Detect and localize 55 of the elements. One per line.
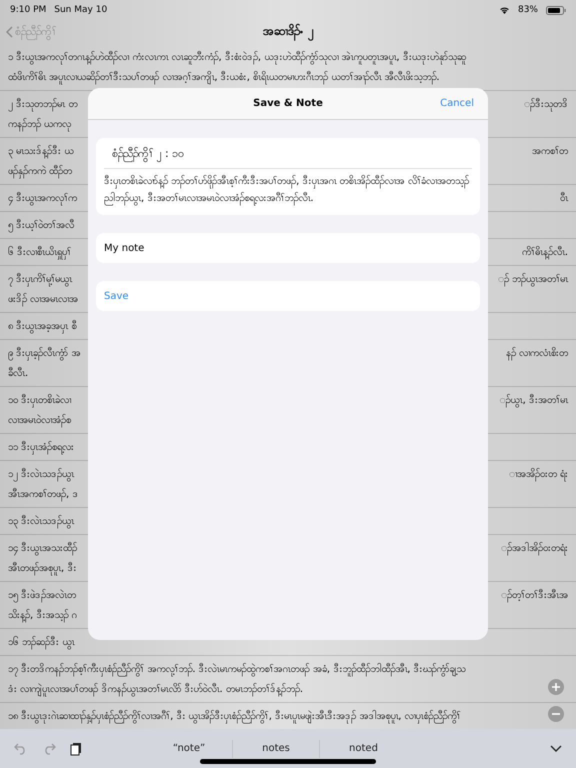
verse-text: ၂ ဒီးသုတဘၣ်မၤ တ (8, 97, 78, 112)
verse-text: အီၤအကစၢ်တဖၣ်, ဒ (8, 487, 78, 502)
verse-text: ဒီးပှၤတစိၤခဲလၢာ်န့ၣ် ဘၣ်တၢ်ဟ်ဖိုၣ်အီၤစ့ၢ်ကီးဒီးအပၢ်တဖၣ်, ဒီးပှၤအဂၤ တစိၤအိၣ်ထီၣ်လၢအ လိၢ်ခံလၢအတသ့ၣ်ညါဘၣ်ယွၤ, ဒီးအတၢ်မၤလၢအမၤဝဲလၢအံၣ်စရ့လးအဂီၢ်ဘၣ်လီၤ. (103, 174, 470, 208)
verse-text: ဖၣ်နှၣ်ကကဲ ထီၣ်တ (8, 164, 72, 178)
verse-text: ၣ်အဒါအိၣ်ဝးတရံး (501, 541, 568, 556)
status-time: 9:10 PM (10, 5, 46, 15)
verse-text: ၁၀ ဒီးပှၤတစိၤခဲလၢ (8, 393, 72, 408)
verse-text: ၉ ဒီးပှၤခ့ၣ်လီၤကွံာ် အ (8, 346, 80, 360)
verse-text: ၣ် ဘၣ်ယွၤအတၢ်မၤ (498, 272, 568, 286)
suggestion[interactable]: “note” (146, 740, 233, 758)
verse-text: ၁၅ ဒီးဖဲဒၣ်အလဲၤတ (8, 588, 76, 602)
verse-text: ထံဖိၤကိၢ်ဓိၤ အပူၤလၢယဆိၣ်တၢ်ဒီးသပၢ်တဖၣ် လၢအဂ့ၢ်အကျိၤ, ဒီးယစံး, စိၤရိၤယတမၢဟးဂီၤဘၣ် ယတၢ်အၢၣ်လီၤ အီလီၤဖိးသ့ဘၣ်. (8, 70, 440, 84)
verse-text: လၢအမၤဝဲလၢအံၣ်စ (8, 413, 71, 428)
note-field[interactable]: My note (96, 233, 480, 263)
verse-text: ဖးဒိၣ် လၢအမၤလၢအ (8, 292, 78, 306)
verse-text: ၅ ဒီးယ့ၢ်ဝဲတၢ်အလီ (8, 218, 74, 232)
battery-icon (546, 6, 566, 14)
verse-text: ၣ်တ့ၢ်တၢ်ဒီးအီၤအ (501, 588, 568, 602)
verse-text: နၣ် လၢကလံၤစိးတ (506, 346, 568, 360)
back-chevron-icon[interactable] (6, 26, 13, 38)
verse-text: ၁၆ ဘၣ်ဆၣ်ဒီး ယွၤ (8, 635, 74, 650)
verse-text: ၆ ဒီးလၢစီၤယိၤရှူပှၢ် (8, 245, 72, 260)
chevron-down-icon[interactable] (550, 744, 562, 752)
verse-text: ၁၈ ဒီးယွၤဒုးဂဲၤဆၢထၢၣ်နှ့ၣ်ပှၤစံၣ်ညီၣ်ကွိၢ်လၢအဂီၢ်, ဒီး ယွၤအိၣ်ဒီးပှၤစံၣ်ညီၣ်ကွိၢ်, ဒီးမၤပူၤမဖျဲးအီၤဒီးအဒုၣ် အဒါအစုပူၤ, လၢပှၤစံၣ်ညီၣ်ကွိၢ် (8, 709, 461, 724)
verse-text: ၃ မၤသးဒ်န့ၣ်ဒီး ယ (8, 144, 74, 158)
verse-text: သိးန့ၣ်, ဒီးအသ့ၣ် ဂ (8, 608, 77, 622)
verse-text: ကိၢ်ဓိၤန့ၣ်လီၤ. (522, 245, 568, 260)
wifi-icon (498, 6, 510, 14)
verse-text: ၣ်ယွၤ, ဒီးအတၢ်မၤ (500, 393, 568, 408)
verse-text: အီၤတဖၣ်အစုပူၤ, ဒီး (8, 561, 76, 576)
verse-text: ၈ ဒီးယွၤအခ့အပှၤ စီ (8, 319, 76, 334)
remove-icon[interactable] (548, 706, 564, 722)
suggestion[interactable]: noted (320, 740, 407, 758)
verse-text: ၁၄ ဒီးယွၤအသးထီၣ် (8, 541, 78, 556)
suggestion[interactable]: notes (233, 740, 320, 758)
status-date: Sun May 10 (54, 5, 108, 15)
verse-text: ၇ ဒီးပှၤကိၢ်မု့ၢ်မယွၤ (8, 272, 72, 286)
verse-text: ၁ ဒီးယွၤအကလုၢ်တဂၤန့ၣ်ဟဲထီၣ်လၢ ကံးလၤကၤ လၤဆူဘီးကံၣ်, ဒီးစံးဝဲဒၣ်, ယဒုးဟဲထီၣ်ကွံာ်သုလၢ အဲၤကူပတူၤအပူၤ, ဒီးယဒုးဟဲနုာ်သုဆူ (8, 50, 466, 64)
verse-text: ဝီၤ (560, 191, 568, 206)
verse-text: ၢအအိၣ်ဝးတ ရံး (508, 467, 568, 482)
verse-text: ၁၁ ဒီးပှၤအံၣ်စရ့လး (8, 440, 74, 454)
verse-text: ခီလီၤ. (8, 366, 28, 380)
clipboard-icon[interactable] (70, 742, 82, 756)
verse-text: ၁၂ ဒီးလဲၤသဒၣ်ယွၤ (8, 467, 74, 482)
add-icon[interactable] (548, 679, 564, 695)
verse-text: ကနၣ်ဘၣ် ယကလု (8, 117, 72, 132)
verse-text: အကစၢ်တ (532, 144, 568, 158)
dialog-title: Save & Note (253, 98, 323, 109)
battery-percent: 83% (518, 5, 538, 15)
verse-text: ဒံး လၢကျဲပူၤလၢအပၢ်တဖၣ် ဒိကနၣ်ယွၤအတၢ်မၤလိာ် ဒီးဟ်ဝဲလီၤ. တမၤဘၣ်တၢ်ဒ်န့ၣ်ဘၣ်. (8, 682, 304, 696)
verse-text: ၣ်ဒီးသုတဒိ (524, 97, 568, 112)
verse-text: ၄ ဒီးယွၤအကလုၢ်က (8, 191, 78, 206)
verse-reference: စံၣ်ညီၣ်ကွိၢ် ၂ : ၁၀ (104, 138, 472, 169)
verse-text: ၁၃ ဒီးလဲၤသဒၣ်ယွၤ (8, 514, 74, 528)
verse-text: ၁၇ ဒီးတဒိကနၣ်ဘၣ်စ့ၢ်ကီးပှၤစံၣ်ညီၣ်ကွိၢ် အကလု့ၢ်ဘၣ်. ဒီးလဲၤမၤကမၣ်ထွဲကစၢ်အဂၤတဖၣ် အခံ, ဒီးဘူၣ်ထီၣ်ဘါထီၣ်အီၤ, ဒီးဃၣ်ကွံာ်ချ့သ (8, 662, 466, 676)
